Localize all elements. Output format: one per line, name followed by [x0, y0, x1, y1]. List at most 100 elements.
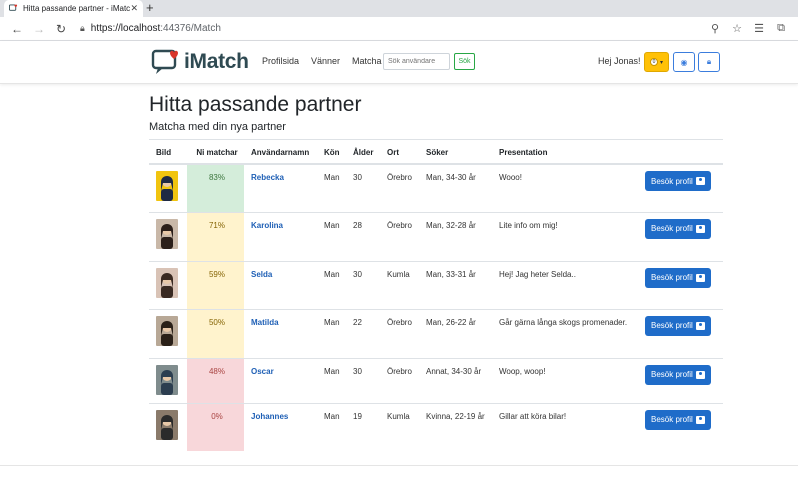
visit-profile-button[interactable]: Besök profil — [645, 171, 711, 191]
age-cell: 30 — [346, 163, 380, 212]
table-header-row: Bild Ni matchar Användarnamn Kön Ålder O… — [149, 139, 723, 165]
avatar — [156, 364, 178, 395]
action-cell: Besök profil — [638, 357, 723, 403]
coin-dropdown-button[interactable]: 0 ▾ — [644, 52, 669, 72]
nav-link-match[interactable]: Matcha — [352, 56, 382, 66]
presentation-cell: Går gärna långa skogs promenader. — [492, 308, 638, 358]
seeking-cell: Kvinna, 22-19 år — [419, 402, 492, 451]
profile-button[interactable]: ◉ — [673, 52, 695, 72]
visit-profile-label: Besök profil — [651, 370, 693, 379]
avatar — [156, 315, 178, 346]
lock-icon[interactable]: 🔒︎ — [80, 23, 85, 34]
visit-profile-button[interactable]: Besök profil — [645, 364, 711, 385]
avatar-cell — [149, 211, 187, 261]
username-cell: Johannes — [244, 402, 317, 451]
username-link[interactable]: Karolina — [251, 221, 283, 230]
table-row: 83% Rebecka Man 30 Örebro Man, 34-30 år … — [149, 163, 723, 212]
heart-chat-logo-icon — [151, 49, 178, 74]
action-cell: Besök profil — [638, 260, 723, 309]
age-cell: 22 — [346, 308, 380, 358]
nav-link-friends[interactable]: Vänner — [311, 56, 340, 66]
age-cell: 19 — [346, 402, 380, 451]
action-cell: Besök profil — [638, 163, 723, 212]
seeking-cell: Man, 26-22 år — [419, 308, 492, 358]
username-link[interactable]: Rebecka — [251, 173, 284, 182]
reload-icon[interactable]: ↻ — [50, 22, 72, 36]
username-cell: Rebecka — [244, 163, 317, 212]
visit-profile-button[interactable]: Besök profil — [645, 409, 711, 430]
profile-card-icon — [695, 273, 705, 282]
username-link[interactable]: Oscar — [251, 367, 274, 376]
tab-close-icon[interactable]: ✕ — [130, 3, 138, 14]
brand-logo[interactable]: iMatch — [151, 48, 249, 76]
table-row: 48% Oscar Man 30 Örebro Annat, 34-30 år … — [149, 357, 723, 403]
footer-divider — [0, 465, 798, 466]
browser-tab[interactable]: Hitta passande partner - iMatch ✕ — [4, 0, 143, 17]
seeking-cell: Man, 33-31 år — [419, 260, 492, 309]
zoom-icon[interactable]: ⚲ — [704, 22, 726, 35]
header-actions — [638, 139, 723, 165]
coin-icon: 0 — [649, 58, 658, 66]
match-percent: 48% — [187, 357, 244, 403]
nav-link-profile[interactable]: Profilsida — [262, 56, 299, 66]
match-percent: 0% — [187, 402, 244, 451]
match-percent: 59% — [187, 260, 244, 309]
seeking-cell: Man, 34-30 år — [419, 163, 492, 212]
username-link[interactable]: Selda — [251, 270, 272, 279]
url-field[interactable]: 🔒︎ https://localhost:44376/Match — [72, 20, 704, 38]
header-image: Bild — [149, 139, 187, 165]
visit-profile-button[interactable]: Besök profil — [645, 218, 711, 239]
table-row: 71% Karolina Man 28 Örebro Man, 32-28 år… — [149, 211, 723, 261]
main-content: Hitta passande partner Matcha med din ny… — [149, 93, 723, 451]
visit-profile-label: Besök profil — [651, 415, 693, 424]
avatar-cell — [149, 163, 187, 212]
back-icon[interactable]: ← — [6, 22, 28, 36]
presentation-cell: Woop, woop! — [492, 357, 638, 403]
gender-cell: Man — [317, 163, 346, 212]
avatar-cell — [149, 357, 187, 403]
username-link[interactable]: Matilda — [251, 318, 279, 327]
header-age: Ålder — [346, 139, 380, 165]
favorite-star-icon[interactable]: ☆ — [726, 22, 748, 35]
profile-card-icon — [695, 321, 705, 330]
nav-links: Profilsida Vänner Matcha — [262, 56, 382, 66]
collections-icon[interactable]: ⧉ — [770, 22, 792, 35]
search-input[interactable] — [383, 53, 450, 70]
action-cell: Besök profil — [638, 211, 723, 261]
profile-card-icon — [695, 177, 705, 185]
avatar-cell — [149, 260, 187, 309]
visit-profile-label: Besök profil — [651, 176, 693, 186]
gender-cell: Man — [317, 357, 346, 403]
avatar-cell — [149, 308, 187, 358]
age-cell: 30 — [346, 260, 380, 309]
city-cell: Kumla — [380, 260, 419, 309]
greeting-text: Hej Jonas! — [598, 56, 641, 66]
username-cell: Matilda — [244, 308, 317, 358]
visit-profile-label: Besök profil — [651, 224, 693, 233]
search-button[interactable]: Sök — [454, 53, 475, 70]
presentation-cell: Gillar att köra bilar! — [492, 402, 638, 451]
header-username: Användarnamn — [244, 139, 317, 165]
match-percent: 50% — [187, 308, 244, 358]
favicon-icon — [9, 4, 18, 13]
match-percent: 83% — [187, 163, 244, 212]
action-cell: Besök profil — [638, 308, 723, 358]
visit-profile-button[interactable]: Besök profil — [645, 267, 711, 288]
presentation-cell: Hej! Jag heter Selda.. — [492, 260, 638, 309]
forward-icon[interactable]: → — [28, 22, 50, 36]
username-link[interactable]: Johannes — [251, 412, 288, 421]
seeking-cell: Man, 32-28 år — [419, 211, 492, 261]
new-tab-icon[interactable]: + — [146, 1, 154, 15]
chevron-down-icon: ▾ — [659, 59, 663, 66]
url-host: https://localhost — [90, 23, 161, 34]
avatar-cell — [149, 402, 187, 451]
favorites-list-icon[interactable]: ☰ — [748, 22, 770, 35]
logout-button[interactable]: 🔒︎ — [698, 52, 720, 72]
city-cell: Örebro — [380, 308, 419, 358]
gender-cell: Man — [317, 308, 346, 358]
visit-profile-button[interactable]: Besök profil — [645, 315, 711, 336]
page-subtitle: Matcha med din nya partner — [149, 121, 286, 133]
avatar — [156, 171, 178, 201]
header-city: Ort — [380, 139, 419, 165]
city-cell: Örebro — [380, 163, 419, 212]
